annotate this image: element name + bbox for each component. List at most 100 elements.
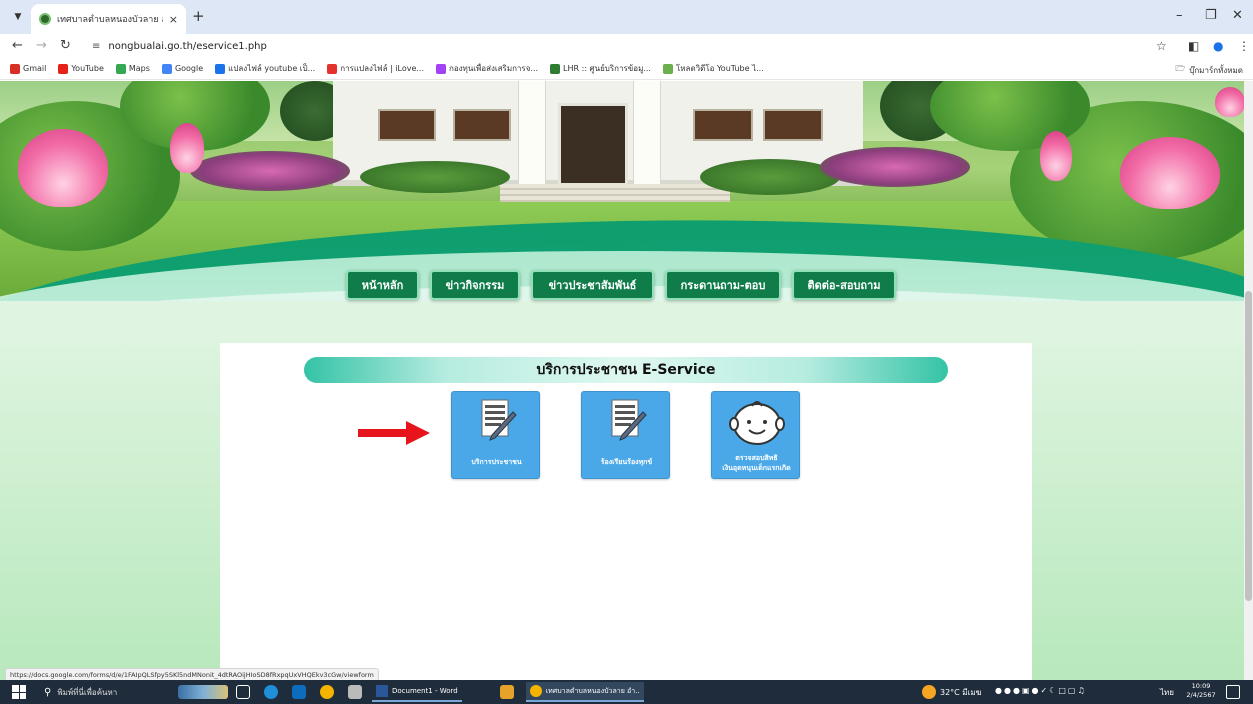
bookmark-item[interactable]: Maps (115, 63, 150, 74)
service-label-line1: ตรวจสอบสิทธิ (735, 454, 778, 462)
chrome-icon (530, 685, 542, 697)
folder-icon: 🗁 (1175, 64, 1186, 73)
task-view-icon[interactable] (236, 685, 250, 699)
eservice-section-title: บริการประชาชน E-Service (304, 357, 948, 383)
browser-tab-strip: ▼ เทศบาลตำบลหนองบัวลาย อำเภอบัวลาย จั...… (0, 0, 1253, 34)
lotus-flower-left (18, 129, 108, 207)
windows-start-icon[interactable] (12, 685, 26, 699)
bookmark-favicon-icon (327, 63, 338, 74)
bookmark-label: Google (174, 64, 204, 73)
page-side-left (0, 343, 220, 680)
service-label: บริการประชาชน (471, 458, 522, 466)
profile-avatar-icon[interactable]: ● (1213, 37, 1223, 55)
nav-button-4[interactable]: กระดานถาม-ตอบ (665, 270, 781, 300)
bookmark-item[interactable]: Gmail (10, 63, 47, 74)
taskbar-search-placeholder[interactable]: พิมพ์ที่นี่เพื่อค้นหา (57, 686, 117, 699)
weather-icon[interactable] (922, 685, 936, 699)
word-window-title: Document1 - Word (392, 687, 458, 695)
red-arrow-icon (358, 421, 430, 445)
service-label: ร้องเรียนร้องทุกข์ (600, 458, 653, 466)
site-info-icon[interactable]: ≡ (92, 41, 100, 52)
taskbar-chrome-window[interactable]: เทศบาลตำบลหนองบัวลาย อำ... (526, 682, 644, 702)
bookmark-label: โหลดวิดีโอ YouTube ไ... (675, 64, 764, 73)
bookmark-favicon-icon (115, 63, 126, 74)
service-complaint-button[interactable]: ร้องเรียนร้องทุกข์ (581, 391, 670, 479)
windows-taskbar: ⚲ พิมพ์ที่นี่เพื่อค้นหา Document1 - Word… (0, 680, 1253, 704)
all-bookmarks-folder[interactable]: 🗁 บุ๊กมาร์กทั้งหมด (1175, 63, 1243, 77)
weather-text[interactable]: 32°C มีเมฆ (940, 686, 982, 699)
mail-icon[interactable] (292, 685, 306, 699)
tab-close-icon[interactable]: × (169, 13, 178, 26)
nav-button-3[interactable]: ข่าวประชาสัมพันธ์ (531, 270, 654, 300)
system-tray-icons[interactable]: ●●●▣●✓☾□▢♫ (995, 686, 1087, 695)
service-citizen-services-button[interactable]: บริการประชาชน (451, 391, 540, 479)
chrome-window-title: เทศบาลตำบลหนองบัวลาย อำ... (545, 686, 640, 695)
all-bookmarks-label: บุ๊กมาร์กทั้งหมด (1189, 65, 1243, 75)
minimize-icon[interactable]: – (1176, 8, 1183, 24)
bookmark-item[interactable]: การแปลงไฟล์ | iLove... (327, 62, 424, 75)
language-indicator[interactable]: ไทย (1160, 686, 1174, 699)
service-label-line2: เงินอุดหนุนเด็กแรกเกิด (722, 464, 791, 472)
browser-toolbar: ← → ↻ ≡ nongbualai.go.th/eservice1.php ☆… (0, 34, 1253, 58)
service-newborn-subsidy-button[interactable]: ตรวจสอบสิทธิ เงินอุดหนุนเด็กแรกเกิด (711, 391, 800, 479)
document-pen-icon (481, 399, 517, 441)
bookmark-item[interactable]: Google (161, 63, 204, 74)
close-window-icon[interactable]: ✕ (1232, 8, 1243, 24)
scrollbar-thumb[interactable] (1245, 291, 1252, 601)
url-text[interactable]: nongbualai.go.th/eservice1.php (108, 41, 266, 52)
site-favicon-icon (39, 13, 51, 25)
nav-button-1[interactable]: หน้าหลัก (346, 270, 419, 300)
forward-arrow-icon[interactable]: → (36, 37, 47, 55)
header-banner-image (0, 81, 1244, 301)
bookmark-item[interactable]: กองทุนเพื่อส่งเสริมการจ... (436, 62, 538, 75)
restore-icon[interactable]: ❐ (1205, 8, 1217, 24)
bookmark-label: Gmail (23, 64, 47, 73)
reload-icon[interactable]: ↻ (60, 37, 71, 55)
bookmark-favicon-icon (550, 63, 561, 74)
browser-menu-icon[interactable]: ⋮ (1238, 37, 1250, 55)
bookmark-favicon-icon (10, 63, 20, 74)
bookmark-item[interactable]: LHR :: ศูนย์บริการข้อมู... (550, 62, 651, 75)
bookmark-favicon-icon (662, 63, 673, 74)
bookmark-favicon-icon (58, 63, 69, 74)
nav-button-2[interactable]: ข่าวกิจกรรม (430, 270, 520, 300)
taskbar-word-window[interactable]: Document1 - Word (372, 682, 462, 702)
browser-tab-active[interactable]: เทศบาลตำบลหนองบัวลาย อำเภอบัวลาย จั... × (31, 4, 186, 34)
bookmark-label: แปลงไฟล์ youtube เป็... (228, 64, 316, 73)
bookmark-favicon-icon (436, 63, 446, 74)
bookmark-star-icon[interactable]: ☆ (1156, 37, 1167, 55)
bookmark-label: กองทุนเพื่อส่งเสริมการจ... (449, 64, 539, 73)
new-tab-button[interactable]: + (192, 8, 205, 24)
address-bar[interactable]: ≡ nongbualai.go.th/eservice1.php (84, 35, 1139, 57)
document-pen-icon (611, 399, 647, 441)
file-explorer-icon[interactable] (500, 685, 514, 699)
back-arrow-icon[interactable]: ← (12, 37, 23, 55)
taskbar-clock[interactable]: 10:09 2/4/2567 (1184, 682, 1218, 700)
nav-button-5[interactable]: ติดต่อ-สอบถาม (792, 270, 896, 300)
taskbar-search[interactable]: ⚲ พิมพ์ที่นี่เพื่อค้นหา (38, 680, 198, 704)
bookmark-label: การแปลงไฟล์ | iLove... (340, 64, 424, 73)
edge-icon[interactable] (264, 685, 278, 699)
bookmark-label: Maps (128, 64, 150, 73)
notifications-icon[interactable] (1226, 685, 1240, 699)
store-icon[interactable] (348, 685, 362, 699)
bookmark-item[interactable]: โหลดวิดีโอ YouTube ไ... (662, 62, 764, 75)
page-scrollbar[interactable] (1244, 81, 1253, 680)
bookmark-item[interactable]: YouTube (58, 63, 104, 74)
widgets-icon[interactable] (178, 685, 228, 699)
tab-search-chevron-icon[interactable]: ▼ (10, 9, 26, 25)
clock-date: 2/4/2567 (1186, 691, 1216, 699)
side-panel-icon[interactable]: ◧ (1188, 37, 1199, 55)
bookmark-label: YouTube (71, 64, 104, 73)
clock-time: 10:09 (1191, 682, 1211, 690)
chrome-icon[interactable] (320, 685, 334, 699)
bookmark-item[interactable]: แปลงไฟล์ youtube เป็... (215, 62, 315, 75)
word-icon (376, 685, 388, 697)
web-page: หน้าหลัก ข่าวกิจกรรม ข่าวประชาสัมพันธ์ กระด… (0, 81, 1244, 680)
page-side-right (1032, 343, 1244, 680)
baby-face-icon (729, 401, 785, 445)
main-nav: หน้าหลัก ข่าวกิจกรรม ข่าวประชาสัมพันธ์ กระด… (346, 270, 896, 300)
search-icon: ⚲ (44, 686, 52, 698)
bookmark-favicon-icon (161, 63, 172, 74)
bookmark-label: LHR :: ศูนย์บริการข้อมู... (563, 64, 651, 73)
